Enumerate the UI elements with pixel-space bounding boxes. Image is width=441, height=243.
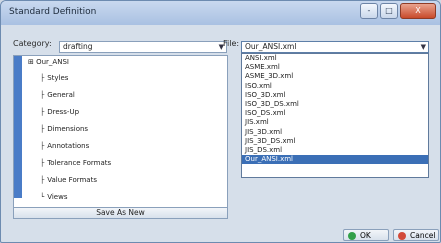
- tree-item[interactable]: ├ Styles: [40, 74, 68, 82]
- close-button[interactable]: X: [400, 3, 436, 19]
- file-option[interactable]: ISO.xml: [242, 82, 428, 91]
- chevron-down-icon: ▼: [420, 43, 426, 51]
- vertical-scrollbar[interactable]: [14, 56, 22, 198]
- file-value: Our_ANSI.xml: [245, 42, 297, 51]
- category-select[interactable]: drafting ▼: [59, 41, 227, 53]
- file-option[interactable]: ISO_DS.xml: [242, 109, 428, 118]
- file-option[interactable]: ISO_3D.xml: [242, 91, 428, 100]
- file-dropdown-list[interactable]: ANSI.xml ASME.xml ASME_3D.xml ISO.xml IS…: [241, 53, 429, 178]
- maximize-button[interactable]: □: [380, 3, 398, 19]
- ok-icon: [348, 232, 356, 240]
- file-option[interactable]: ASME.xml: [242, 63, 428, 72]
- category-value: drafting: [63, 42, 93, 51]
- file-option[interactable]: JIS_3D.xml: [242, 128, 428, 137]
- file-option[interactable]: ISO_3D_DS.xml: [242, 100, 428, 109]
- tree-branch-icon: ├: [40, 108, 45, 116]
- minimize-button[interactable]: -: [360, 3, 378, 19]
- file-label: File:: [223, 39, 240, 48]
- title-bar: Standard Definition - □ X: [1, 1, 440, 25]
- save-as-new-button[interactable]: Save As New: [13, 207, 228, 219]
- folder-icon: ⊞: [28, 58, 34, 66]
- tree-branch-icon: ├: [40, 176, 45, 184]
- tree-root-label: Our_ANSI: [36, 58, 69, 66]
- file-option[interactable]: JIS_DS.xml: [242, 146, 428, 155]
- file-option[interactable]: ASME_3D.xml: [242, 72, 428, 81]
- tree-branch-icon: └: [40, 193, 45, 201]
- tree-branch-icon: ├: [40, 159, 45, 167]
- file-select[interactable]: Our_ANSI.xml ▼: [241, 41, 429, 53]
- tree-item[interactable]: ├ Dress-Up: [40, 108, 79, 116]
- file-option[interactable]: JIS.xml: [242, 118, 428, 127]
- tree-item[interactable]: ├ General: [40, 91, 75, 99]
- tree-item[interactable]: └ Views: [40, 193, 67, 201]
- tree-branch-icon: ├: [40, 142, 45, 150]
- category-label: Category:: [13, 39, 52, 48]
- file-option[interactable]: ANSI.xml: [242, 54, 428, 63]
- ok-button[interactable]: OK: [343, 229, 389, 241]
- tree-branch-icon: ├: [40, 91, 45, 99]
- tree-item[interactable]: ├ Annotations: [40, 142, 89, 150]
- tree-branch-icon: ├: [40, 74, 45, 82]
- tree-item[interactable]: ├ Dimensions: [40, 125, 88, 133]
- file-option-selected[interactable]: Our_ANSI.xml: [242, 155, 428, 165]
- tree-item[interactable]: ├ Tolerance Formats: [40, 159, 111, 167]
- tree-branch-icon: ├: [40, 125, 45, 133]
- tree-root[interactable]: ⊞ Our_ANSI: [28, 58, 69, 66]
- dialog-body: Category: drafting ▼ File: Our_ANSI.xml …: [9, 31, 434, 219]
- window-controls: - □ X: [360, 3, 436, 21]
- cancel-icon: [398, 232, 406, 240]
- cancel-button[interactable]: Cancel: [393, 229, 439, 241]
- tree-pane[interactable]: ⊞ Our_ANSI ├ Styles ├ General ├ Dress-Up ├ D…: [13, 55, 228, 209]
- tree-item[interactable]: ├ Value Formats: [40, 176, 97, 184]
- window-title: Standard Definition: [9, 7, 97, 17]
- file-option[interactable]: JIS_3D_DS.xml: [242, 137, 428, 146]
- standard-definition-window: Standard Definition - □ X Category: draf…: [0, 0, 441, 243]
